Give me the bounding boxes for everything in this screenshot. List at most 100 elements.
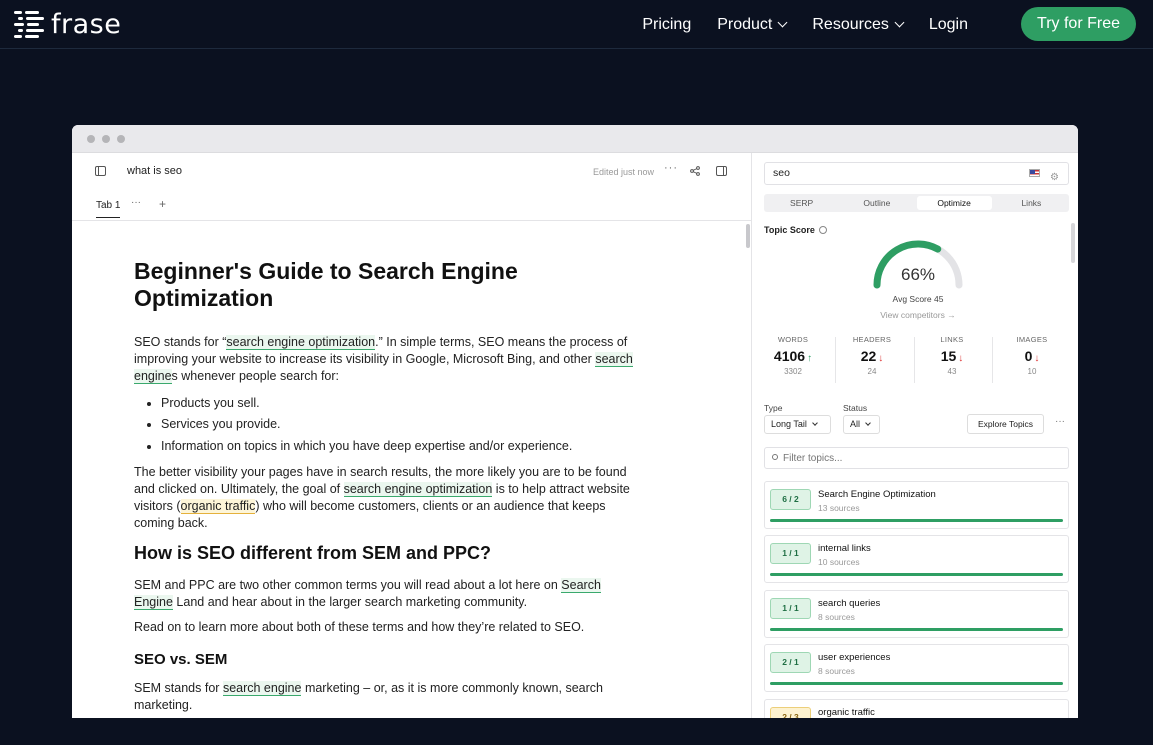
nav-product-label: Product: [717, 15, 773, 33]
topic-count-badge: 6 / 2: [770, 489, 811, 510]
panel-toggle-icon[interactable]: [716, 166, 727, 176]
list-item: Services you provide.: [161, 416, 634, 433]
text: Land and hear about in the larger search…: [172, 594, 528, 609]
us-flag-icon[interactable]: [1029, 169, 1040, 177]
tab-outline[interactable]: Outline: [839, 194, 914, 212]
topic-card[interactable]: 2 / 1 user experiences 8 sources: [764, 644, 1069, 692]
topic-sources: 8 sources: [818, 666, 855, 676]
paragraph: SEM stands for search engine marketing –…: [134, 680, 634, 714]
tab-more-icon[interactable]: ···: [131, 197, 141, 208]
document-tabs: Tab 1 ··· +: [72, 191, 751, 221]
window-dot: [117, 134, 125, 143]
try-for-free-button[interactable]: Try for Free: [1021, 7, 1136, 41]
app-window: what is seo Edited just now ··· Tab 1 ··…: [72, 125, 1078, 718]
stat-number: 22: [860, 348, 877, 364]
tab-optimize[interactable]: Optimize: [916, 196, 992, 210]
stat-value: 15 ↓: [913, 348, 991, 364]
stat-images: IMAGES 0 ↓ 10: [993, 335, 1071, 376]
stat-value: 4106 ↑: [754, 348, 832, 364]
tab-serp[interactable]: SERP: [764, 194, 839, 212]
paragraph: The better visibility your pages have in…: [134, 464, 634, 532]
stat-headers: HEADERS 22 ↓ 24: [833, 335, 911, 376]
stat-benchmark: 24: [867, 367, 877, 376]
panel-tabs: SERP Outline Optimize Links: [764, 194, 1069, 212]
arrow-up-icon: ↑: [807, 353, 813, 364]
topic-highlight-warning: organic traffic: [180, 498, 256, 514]
avg-score: Avg Score 45: [892, 294, 944, 304]
keyword-value: seo: [773, 167, 790, 179]
nav-login[interactable]: Login: [929, 16, 968, 34]
window-title-bar: [72, 125, 1078, 153]
type-value: Long Tail: [771, 419, 807, 429]
doc-heading-3: SEO vs. SEM: [134, 650, 228, 668]
nav-resources[interactable]: Resources: [812, 15, 905, 34]
editor-pane: what is seo Edited just now ··· Tab 1 ··…: [72, 153, 752, 718]
settings-icon[interactable]: ⚙: [1050, 167, 1059, 188]
text: SEO stands for “: [134, 335, 227, 349]
more-options-icon[interactable]: ···: [1055, 416, 1065, 427]
stat-label: HEADERS: [852, 335, 892, 344]
list-item: Products you sell.: [161, 395, 634, 412]
view-competitors-link[interactable]: View competitors →: [858, 310, 978, 320]
filter-topics-input[interactable]: [764, 447, 1069, 469]
tab-links[interactable]: Links: [994, 194, 1069, 212]
document-title[interactable]: what is seo: [127, 165, 182, 177]
topic-progress-bar: [770, 573, 1063, 576]
type-select[interactable]: Long Tail: [764, 415, 831, 434]
topic-card[interactable]: 1 / 1 internal links 10 sources: [764, 535, 1069, 583]
paragraph: Read on to learn more about both of thes…: [134, 619, 585, 634]
more-options-icon[interactable]: ···: [664, 162, 678, 174]
topic-card[interactable]: 1 / 1 search queries 8 sources: [764, 590, 1069, 638]
topic-card[interactable]: 6 / 2 Search Engine Optimization 13 sour…: [764, 481, 1069, 529]
info-icon[interactable]: [818, 226, 827, 234]
edited-status: Edited just now: [593, 167, 655, 177]
stat-number: 15: [940, 348, 957, 364]
window-dot: [102, 134, 110, 143]
topic-sources: 8 sources: [818, 612, 855, 622]
stat-value: 22 ↓: [833, 348, 911, 364]
status-select[interactable]: All: [843, 415, 880, 434]
nav-resources-label: Resources: [812, 15, 889, 33]
editor-scrollbar[interactable]: [746, 224, 750, 248]
content-stats: WORDS 4106 ↑ 3302 HEADERS 22 ↓ 24 LINKS 15…: [753, 335, 1078, 385]
tab-1[interactable]: Tab 1: [96, 200, 121, 218]
window-dot: [87, 134, 95, 143]
panel-scrollbar[interactable]: [1071, 223, 1075, 263]
topic-score-text: Topic Score: [764, 225, 815, 235]
nav-pricing[interactable]: Pricing: [642, 16, 691, 34]
topic-highlight: search engine: [222, 680, 302, 696]
add-tab-icon[interactable]: +: [159, 197, 166, 211]
topic-card[interactable]: 2 / 3 organic traffic: [764, 699, 1069, 718]
topic-count-badge: 1 / 1: [770, 598, 811, 619]
stat-value: 0 ↓: [993, 348, 1071, 364]
topic-count-badge: 2 / 1: [770, 652, 811, 673]
topic-highlight: search engine optimization: [343, 481, 493, 497]
explore-topics-button[interactable]: Explore Topics: [967, 414, 1044, 434]
text: SEM and PPC are two other common terms y…: [134, 577, 562, 592]
arrow-down-icon: ↓: [1034, 353, 1040, 364]
topic-progress-bar: [770, 628, 1063, 631]
stat-links: LINKS 15 ↓ 43: [913, 335, 991, 376]
chevron-down-icon: [777, 17, 788, 28]
topic-sources: 10 sources: [818, 557, 860, 567]
topic-highlight: search engine optimization: [226, 335, 376, 350]
topic-progress-bar: [770, 682, 1063, 685]
stat-label: WORDS: [777, 335, 809, 344]
search-icon: [772, 454, 778, 460]
share-icon[interactable]: [690, 166, 700, 176]
stat-benchmark: 3302: [784, 367, 802, 376]
frase-logo[interactable]: frase: [14, 9, 121, 40]
chevron-down-icon: [865, 420, 871, 426]
stat-words: WORDS 4106 ↑ 3302: [754, 335, 832, 376]
nav-product[interactable]: Product: [717, 15, 788, 34]
sidebar-toggle-icon[interactable]: [95, 166, 106, 176]
keyword-input[interactable]: seo ⚙: [764, 162, 1069, 185]
document-content[interactable]: Beginner's Guide to Search Engine Optimi…: [134, 258, 634, 718]
topic-sources: 13 sources: [818, 503, 860, 513]
type-label: Type: [764, 403, 783, 413]
stat-benchmark: 43: [947, 367, 957, 376]
arrow-down-icon: ↓: [878, 353, 884, 364]
topic-count-badge: 2 / 3: [770, 707, 811, 718]
topic-score-label: Topic Score: [764, 225, 827, 235]
text: s whenever people search for:: [171, 369, 340, 383]
